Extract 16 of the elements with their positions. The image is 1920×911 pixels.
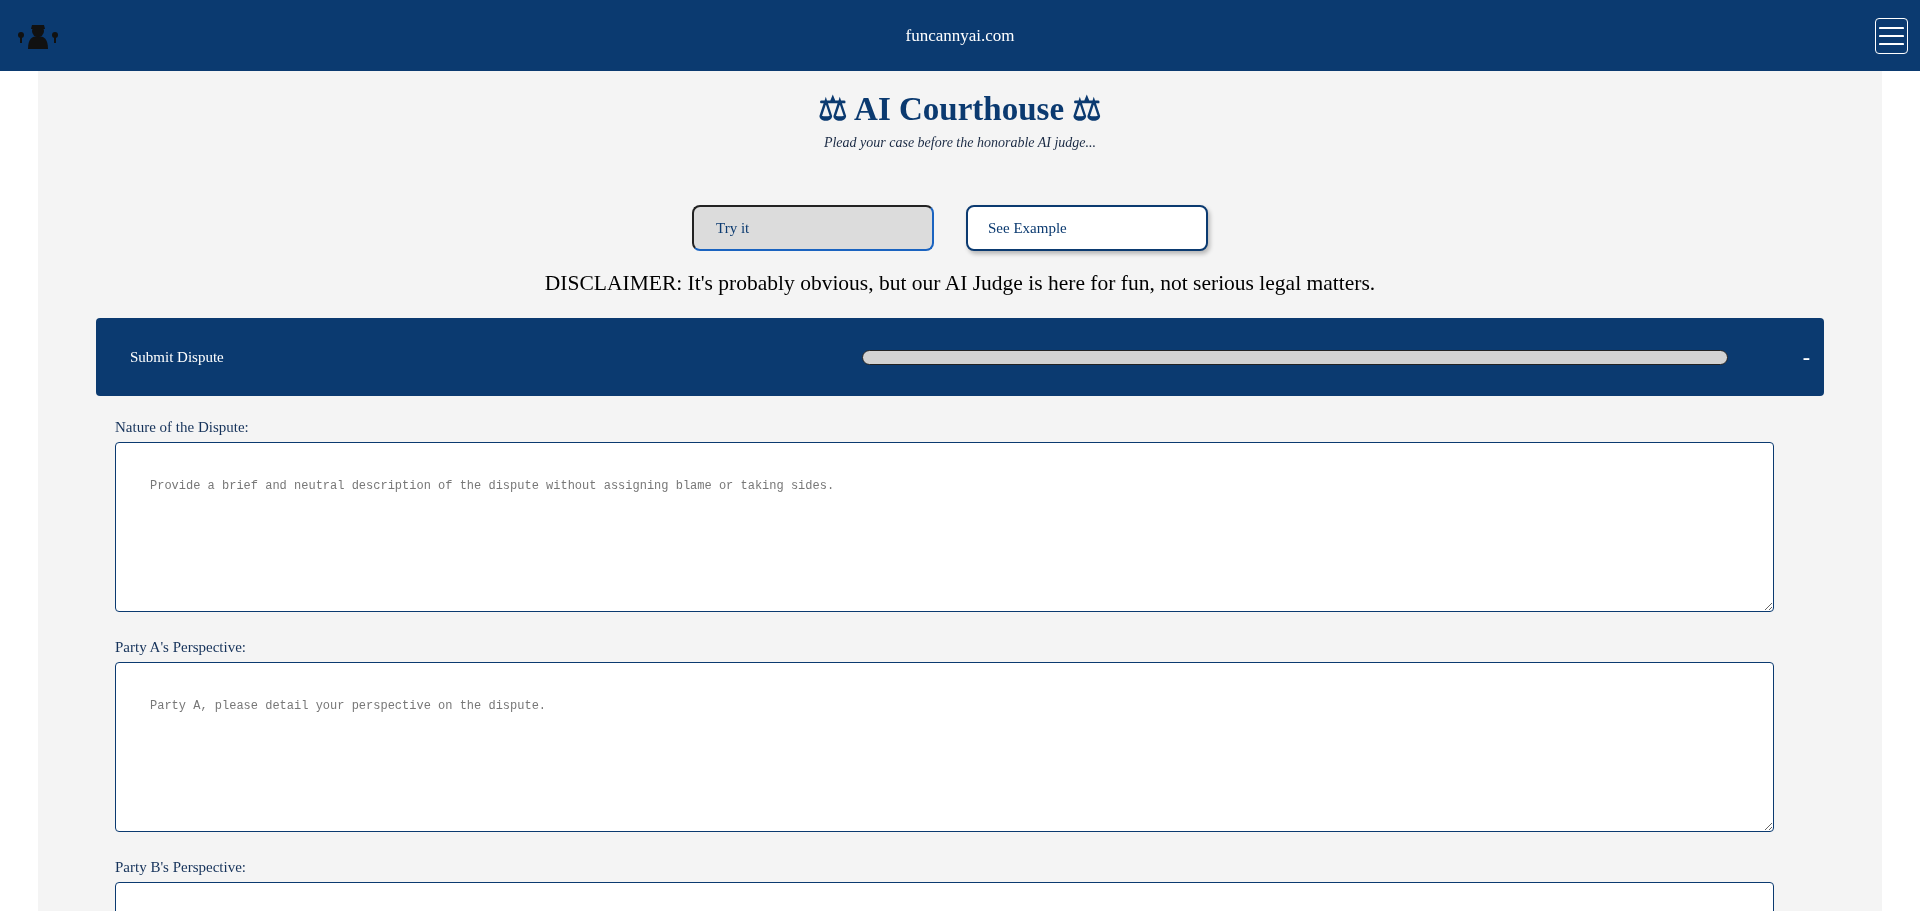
page-subtitle: Plead your case before the honorable AI judge... <box>823 134 1097 152</box>
mode-button[interactable]: Try it <box>692 205 934 251</box>
submit-dispute-title: Submit Dispute <box>129 347 225 367</box>
field-label: Party A's Perspective: <box>115 638 247 657</box>
field-label: Party B's Perspective: <box>115 858 247 877</box>
submit-dispute-bar[interactable]: Submit Dispute - <box>96 318 1824 396</box>
mode-button[interactable]: See Example <box>966 205 1208 251</box>
page-title: ⚖ AI Courthouse ⚖ <box>817 91 1103 127</box>
text-area-field[interactable]: Provide a brief and neutral description of the dispute without assigning blame or taking sides. <box>115 442 1774 612</box>
collapse-toggle[interactable]: - <box>1802 346 1810 368</box>
menu-icon <box>1879 25 1904 46</box>
disclaimer-text: DISCLAIMER: It's probably obvious, but our AI Judge is here for fun, not serious legal matters. <box>544 270 1376 297</box>
text-area-field[interactable]: Party A, please detail your perspective on the dispute. <box>115 662 1774 832</box>
menu-button[interactable] <box>1875 17 1908 54</box>
field-label: Nature of the Dispute: <box>115 418 250 437</box>
site-title: funcannyai.com <box>905 24 1015 47</box>
